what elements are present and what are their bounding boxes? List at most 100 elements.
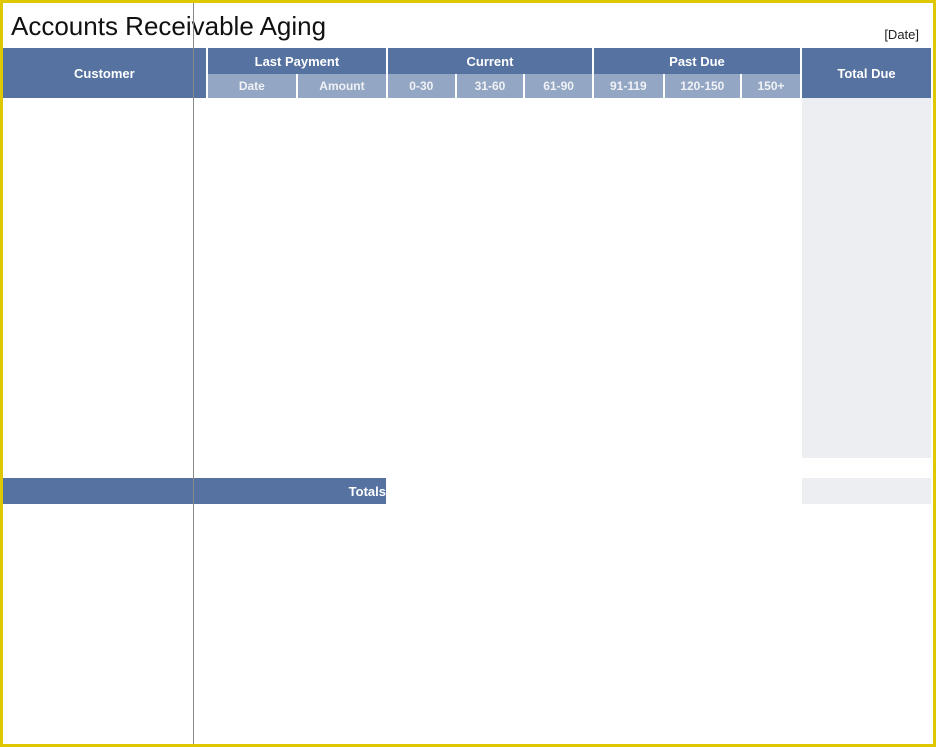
cell-amount[interactable] (297, 386, 387, 410)
cell-b31_60[interactable] (456, 218, 525, 242)
cell-total[interactable] (801, 266, 932, 290)
cell-b0_30[interactable] (387, 218, 456, 242)
cell-amount[interactable] (297, 314, 387, 338)
cell-b61_90[interactable] (524, 122, 593, 146)
cell-b120_150[interactable] (664, 170, 741, 194)
cell-b91_119[interactable] (593, 338, 664, 362)
cell-amount[interactable] (297, 218, 387, 242)
cell-b150p[interactable] (741, 194, 801, 218)
cell-date[interactable] (207, 98, 297, 122)
cell-customer[interactable] (3, 362, 207, 386)
cell-b150p[interactable] (741, 290, 801, 314)
cell-b91_119[interactable] (593, 314, 664, 338)
cell-b61_90[interactable] (524, 98, 593, 122)
cell-amount[interactable] (297, 122, 387, 146)
cell-b150p[interactable] (741, 146, 801, 170)
cell-b31_60[interactable] (456, 170, 525, 194)
cell-b31_60[interactable] (456, 194, 525, 218)
cell-b120_150[interactable] (664, 194, 741, 218)
cell-b0_30[interactable] (387, 194, 456, 218)
cell-date[interactable] (207, 386, 297, 410)
cell-b0_30[interactable] (387, 146, 456, 170)
cell-b0_30[interactable] (387, 410, 456, 434)
cell-b61_90[interactable] (524, 338, 593, 362)
cell-total[interactable] (801, 98, 932, 122)
cell-b120_150[interactable] (664, 218, 741, 242)
cell-date[interactable] (207, 338, 297, 362)
cell-amount[interactable] (297, 434, 387, 458)
cell-total[interactable] (801, 338, 932, 362)
cell-date[interactable] (207, 314, 297, 338)
cell-amount[interactable] (297, 146, 387, 170)
cell-b120_150[interactable] (664, 242, 741, 266)
cell-b61_90[interactable] (524, 218, 593, 242)
cell-total[interactable] (801, 362, 932, 386)
cell-b150p[interactable] (741, 338, 801, 362)
cell-b31_60[interactable] (456, 122, 525, 146)
cell-b0_30[interactable] (387, 314, 456, 338)
cell-b91_119[interactable] (593, 362, 664, 386)
cell-customer[interactable] (3, 146, 207, 170)
cell-b91_119[interactable] (593, 386, 664, 410)
cell-b91_119[interactable] (593, 266, 664, 290)
cell-total[interactable] (801, 194, 932, 218)
cell-b61_90[interactable] (524, 314, 593, 338)
cell-b0_30[interactable] (387, 122, 456, 146)
cell-b31_60[interactable] (456, 98, 525, 122)
cell-b31_60[interactable] (456, 290, 525, 314)
cell-b120_150[interactable] (664, 266, 741, 290)
cell-b120_150[interactable] (664, 146, 741, 170)
cell-b150p[interactable] (741, 266, 801, 290)
cell-customer[interactable] (3, 410, 207, 434)
cell-total[interactable] (801, 386, 932, 410)
cell-total[interactable] (801, 242, 932, 266)
cell-b120_150[interactable] (664, 314, 741, 338)
cell-customer[interactable] (3, 338, 207, 362)
cell-amount[interactable] (297, 242, 387, 266)
cell-date[interactable] (207, 434, 297, 458)
cell-b61_90[interactable] (524, 242, 593, 266)
cell-b0_30[interactable] (387, 434, 456, 458)
cell-date[interactable] (207, 170, 297, 194)
cell-date[interactable] (207, 290, 297, 314)
cell-date[interactable] (207, 194, 297, 218)
cell-b91_119[interactable] (593, 434, 664, 458)
cell-b0_30[interactable] (387, 338, 456, 362)
cell-b120_150[interactable] (664, 386, 741, 410)
cell-customer[interactable] (3, 98, 207, 122)
cell-b150p[interactable] (741, 98, 801, 122)
cell-b150p[interactable] (741, 362, 801, 386)
cell-b31_60[interactable] (456, 386, 525, 410)
cell-b0_30[interactable] (387, 362, 456, 386)
cell-total[interactable] (801, 146, 932, 170)
cell-b31_60[interactable] (456, 338, 525, 362)
cell-b0_30[interactable] (387, 386, 456, 410)
cell-customer[interactable] (3, 170, 207, 194)
cell-b91_119[interactable] (593, 122, 664, 146)
cell-b61_90[interactable] (524, 170, 593, 194)
cell-b91_119[interactable] (593, 242, 664, 266)
cell-customer[interactable] (3, 266, 207, 290)
cell-customer[interactable] (3, 290, 207, 314)
cell-amount[interactable] (297, 98, 387, 122)
cell-b150p[interactable] (741, 242, 801, 266)
cell-b150p[interactable] (741, 170, 801, 194)
cell-b0_30[interactable] (387, 266, 456, 290)
cell-b0_30[interactable] (387, 290, 456, 314)
cell-b120_150[interactable] (664, 98, 741, 122)
cell-total[interactable] (801, 290, 932, 314)
cell-customer[interactable] (3, 122, 207, 146)
cell-amount[interactable] (297, 266, 387, 290)
cell-b61_90[interactable] (524, 386, 593, 410)
cell-b31_60[interactable] (456, 410, 525, 434)
cell-b61_90[interactable] (524, 290, 593, 314)
cell-b91_119[interactable] (593, 410, 664, 434)
cell-customer[interactable] (3, 242, 207, 266)
cell-b31_60[interactable] (456, 266, 525, 290)
cell-customer[interactable] (3, 218, 207, 242)
cell-b61_90[interactable] (524, 266, 593, 290)
cell-b120_150[interactable] (664, 290, 741, 314)
cell-b61_90[interactable] (524, 362, 593, 386)
cell-b150p[interactable] (741, 218, 801, 242)
cell-b0_30[interactable] (387, 242, 456, 266)
